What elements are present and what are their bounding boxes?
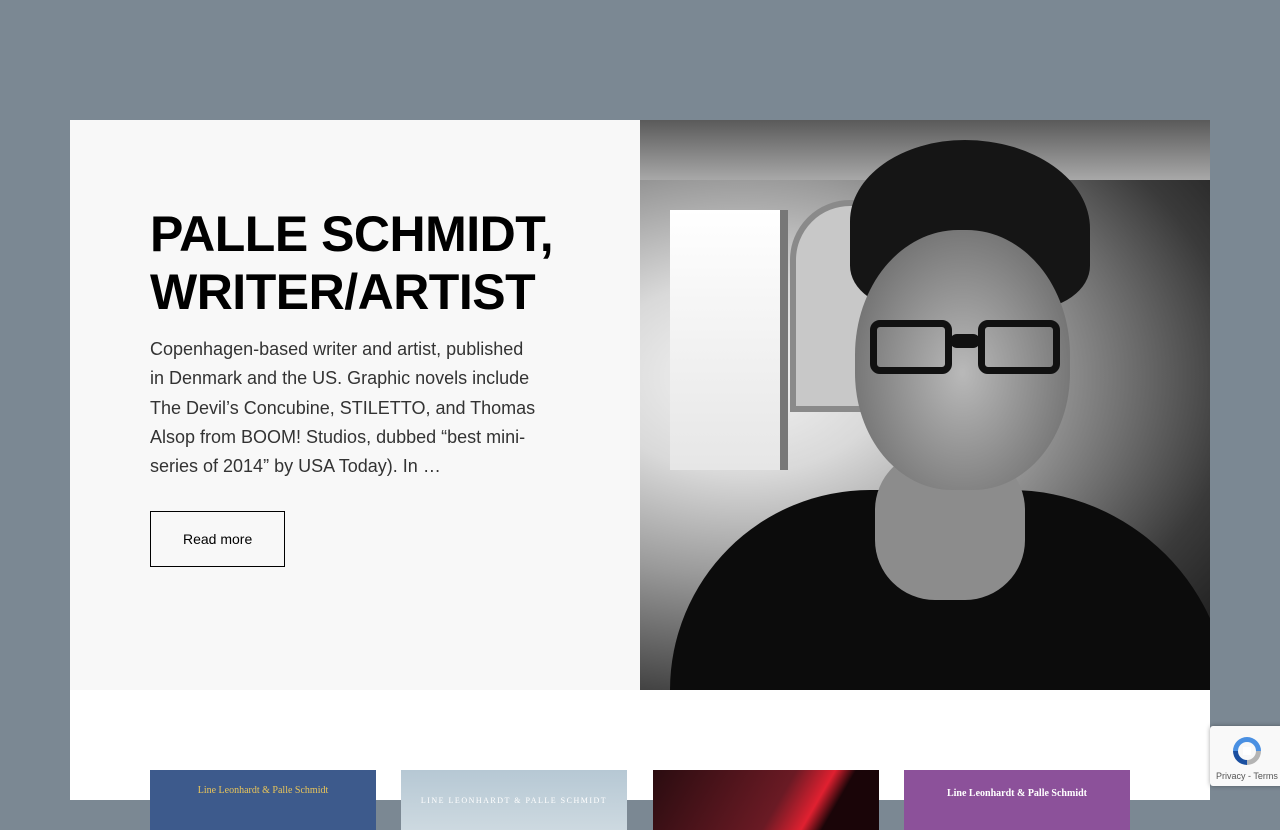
page-title: PALLE SCHMIDT, WRITER/ARTIST <box>150 205 560 321</box>
terms-link[interactable]: Terms <box>1253 771 1278 781</box>
books-section: Line Leonhardt & Palle Schmidt LINE LEON… <box>70 690 1210 830</box>
book-cover-3[interactable] <box>653 770 879 830</box>
hero-section: PALLE SCHMIDT, WRITER/ARTIST Copenhagen-… <box>70 120 1210 690</box>
recaptcha-links: Privacy - Terms <box>1216 771 1278 781</box>
recaptcha-icon <box>1233 737 1261 765</box>
recaptcha-badge[interactable]: Privacy - Terms <box>1210 726 1280 786</box>
book-cover-text: Line Leonhardt & Palle Schmidt <box>197 785 329 796</box>
link-separator: - <box>1248 771 1252 781</box>
photo-window <box>670 210 788 470</box>
title-line-1: PALLE SCHMIDT, <box>150 206 554 262</box>
title-line-2: WRITER/ARTIST <box>150 264 536 320</box>
book-cover-1[interactable]: Line Leonhardt & Palle Schmidt <box>150 770 376 830</box>
hero-text-panel: PALLE SCHMIDT, WRITER/ARTIST Copenhagen-… <box>70 120 640 690</box>
book-cover-2[interactable]: LINE LEONHARDT & PALLE SCHMIDT <box>401 770 627 830</box>
photo-glasses <box>870 320 1070 380</box>
privacy-link[interactable]: Privacy <box>1216 771 1246 781</box>
hero-description: Copenhagen-based writer and artist, publ… <box>150 339 536 477</box>
read-more-button[interactable]: Read more <box>150 511 286 568</box>
book-cover-4[interactable]: Line Leonhardt & Palle Schmidt <box>904 770 1130 830</box>
book-cover-text: Line Leonhardt & Palle Schmidt <box>946 788 1087 799</box>
book-cover-text: LINE LEONHARDT & PALLE SCHMIDT <box>420 796 608 805</box>
author-portrait <box>640 120 1210 690</box>
